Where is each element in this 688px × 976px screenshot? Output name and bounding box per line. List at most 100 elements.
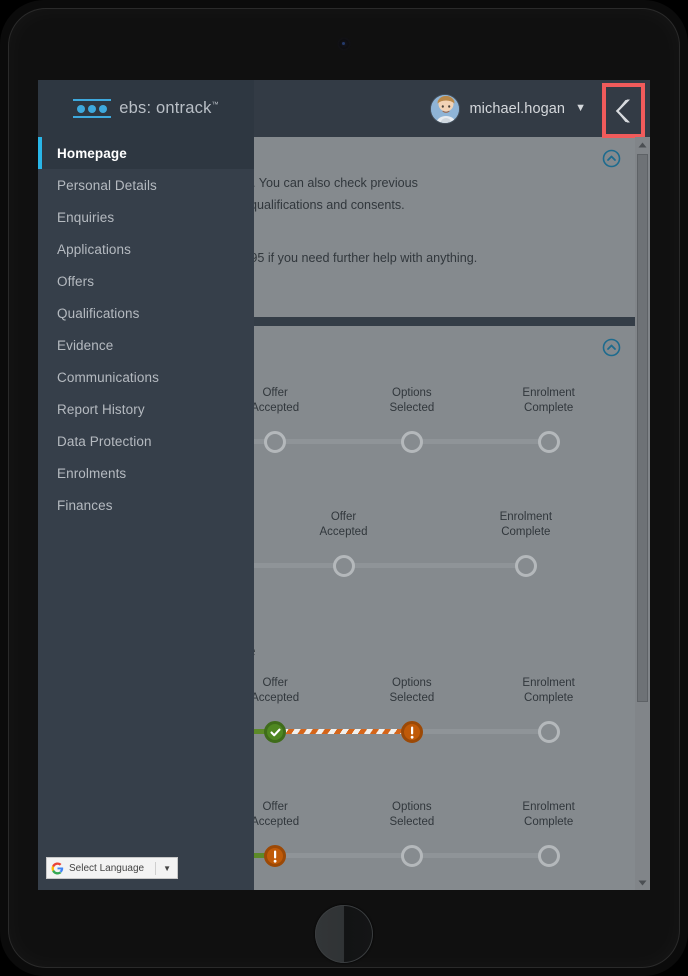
step-label: Enrolment Complete: [435, 510, 617, 540]
stepper-segment: [411, 853, 549, 858]
sidebar-item-homepage[interactable]: Homepage: [38, 137, 254, 169]
step-label-line1: Enrolment: [522, 387, 575, 399]
home-button[interactable]: [315, 905, 373, 963]
step-label: Enrolment Complete: [480, 676, 617, 706]
logo-dots: [73, 103, 111, 114]
stepper-segment: [275, 439, 412, 444]
sidebar-item-qualifications[interactable]: Qualifications: [38, 297, 254, 329]
camera-lens-dot: [342, 42, 345, 45]
google-translate-widget[interactable]: Select Language ▼: [46, 857, 178, 879]
sidebar-item-evidence[interactable]: Evidence: [38, 329, 254, 361]
step-label-line2: Selected: [389, 692, 435, 704]
sidebar-item-label: Finances: [57, 497, 113, 513]
logo-dot-2: [88, 104, 97, 113]
sidebar-item-enquiries[interactable]: Enquiries: [38, 201, 254, 233]
stepper-node-done[interactable]: [264, 721, 287, 743]
sidebar-item-communications[interactable]: Communications: [38, 361, 254, 393]
logo-bar-top: [73, 99, 112, 101]
stepper-node-empty[interactable]: [332, 555, 355, 577]
sidebar: ebs: ontrack™ Homepage Personal Details En…: [38, 80, 254, 890]
username-label: michael.hogan: [469, 100, 566, 117]
sidebar-item-label: Applications: [57, 241, 131, 257]
sidebar-item-applications[interactable]: Applications: [38, 233, 254, 265]
step-label-line2: Complete: [524, 816, 574, 828]
step-label: Offer Accepted: [252, 510, 434, 540]
stepper-node-empty[interactable]: [264, 431, 287, 453]
step-label: Enrolment Complete: [480, 386, 617, 416]
step-label-line1: Options: [392, 677, 432, 689]
stepper-segment: [275, 853, 412, 858]
step-label-line1: Enrolment: [522, 677, 575, 689]
sidebar-item-label: Report History: [57, 401, 145, 417]
sidebar-item-label: Homepage: [57, 145, 127, 161]
chevron-up-circle-icon[interactable]: [602, 149, 621, 168]
sidebar-item-label: Personal Details: [57, 177, 157, 193]
step-label-line1: Options: [392, 801, 432, 813]
step-label: Options Selected: [344, 676, 481, 706]
brand-name: ebs: ontrack™: [119, 99, 218, 118]
stepper-segment: [275, 729, 412, 734]
stepper-node-empty[interactable]: [400, 431, 423, 453]
step-label-line2: Accepted: [319, 526, 368, 538]
step-label: Enrolment Complete: [480, 800, 617, 830]
sidebar-item-data-protection[interactable]: Data Protection: [38, 425, 254, 457]
scroll-down-arrow[interactable]: [635, 875, 650, 890]
step-label-line2: Selected: [389, 402, 435, 414]
chevron-left-icon: [615, 99, 630, 122]
sidebar-item-label: Enrolments: [57, 465, 127, 481]
step-label-line1: Offer: [330, 511, 357, 523]
stepper-node-empty[interactable]: [537, 845, 560, 867]
stepper-node-empty[interactable]: [400, 845, 423, 867]
step-label: Options Selected: [344, 800, 481, 830]
scrollbar-thumb[interactable]: [637, 154, 648, 702]
content-scrollbar[interactable]: [635, 137, 650, 890]
step-label-line2: Complete: [524, 692, 574, 704]
sidebar-item-report-history[interactable]: Report History: [38, 393, 254, 425]
chevron-down-icon[interactable]: ▼: [161, 864, 173, 873]
user-menu[interactable]: michael.hogan ▼: [430, 92, 586, 125]
trademark-symbol: ™: [211, 101, 219, 109]
sidebar-item-label: Qualifications: [57, 305, 140, 321]
stepper-node-empty[interactable]: [537, 431, 560, 453]
sidebar-item-personal-details[interactable]: Personal Details: [38, 169, 254, 201]
logo-dot-1: [77, 104, 86, 113]
chevron-up-circle-icon[interactable]: [602, 338, 621, 357]
logo-mark-icon: [73, 99, 112, 118]
stepper-segment: [343, 563, 526, 568]
step-label-line2: Complete: [501, 526, 551, 538]
sidebar-item-label: Evidence: [57, 337, 114, 353]
brand-name-text: ebs: ontrack: [119, 99, 212, 117]
sidebar-item-offers[interactable]: Offers: [38, 265, 254, 297]
stepper-node-empty[interactable]: [537, 721, 560, 743]
stepper-segment: [411, 439, 549, 444]
ebs-ontrack-logo[interactable]: ebs: ontrack™: [73, 99, 219, 118]
user-avatar-photo: [430, 93, 461, 124]
stepper-node-warn[interactable]: [400, 721, 423, 743]
sidebar-item-label: Enquiries: [57, 209, 115, 225]
sidebar-item-label: Offers: [57, 273, 95, 289]
language-separator: [155, 861, 157, 875]
step-label-line1: Enrolment: [522, 801, 575, 813]
select-language-label: Select Language: [69, 862, 145, 874]
step-label-line2: Complete: [524, 402, 574, 414]
scroll-up-arrow[interactable]: [635, 137, 650, 152]
logo-bar-bottom: [73, 116, 112, 118]
front-camera: [337, 37, 351, 51]
tablet-device: ...plications and enrolments here. You c…: [0, 0, 688, 976]
collapse-sidebar-button[interactable]: [602, 83, 645, 138]
step-label-line1: Options: [392, 387, 432, 399]
sidebar-item-label: Communications: [57, 369, 159, 385]
tablet-screen: ...plications and enrolments here. You c…: [38, 80, 650, 890]
sidebar-item-finances[interactable]: Finances: [38, 489, 254, 521]
chevron-down-icon[interactable]: ▼: [575, 103, 586, 114]
logo-dot-3: [99, 104, 108, 113]
stepper-segment: [411, 729, 549, 734]
sidebar-item-label: Data Protection: [57, 433, 152, 449]
google-g-icon: [51, 862, 64, 874]
sidebar-item-enrolments[interactable]: Enrolments: [38, 457, 254, 489]
scrollbar-track[interactable]: [635, 152, 650, 875]
brand-logo-row: ebs: ontrack™: [38, 80, 254, 137]
step-label: Options Selected: [344, 386, 481, 416]
stepper-node-empty[interactable]: [514, 555, 537, 577]
stepper-node-warn[interactable]: [264, 845, 287, 867]
